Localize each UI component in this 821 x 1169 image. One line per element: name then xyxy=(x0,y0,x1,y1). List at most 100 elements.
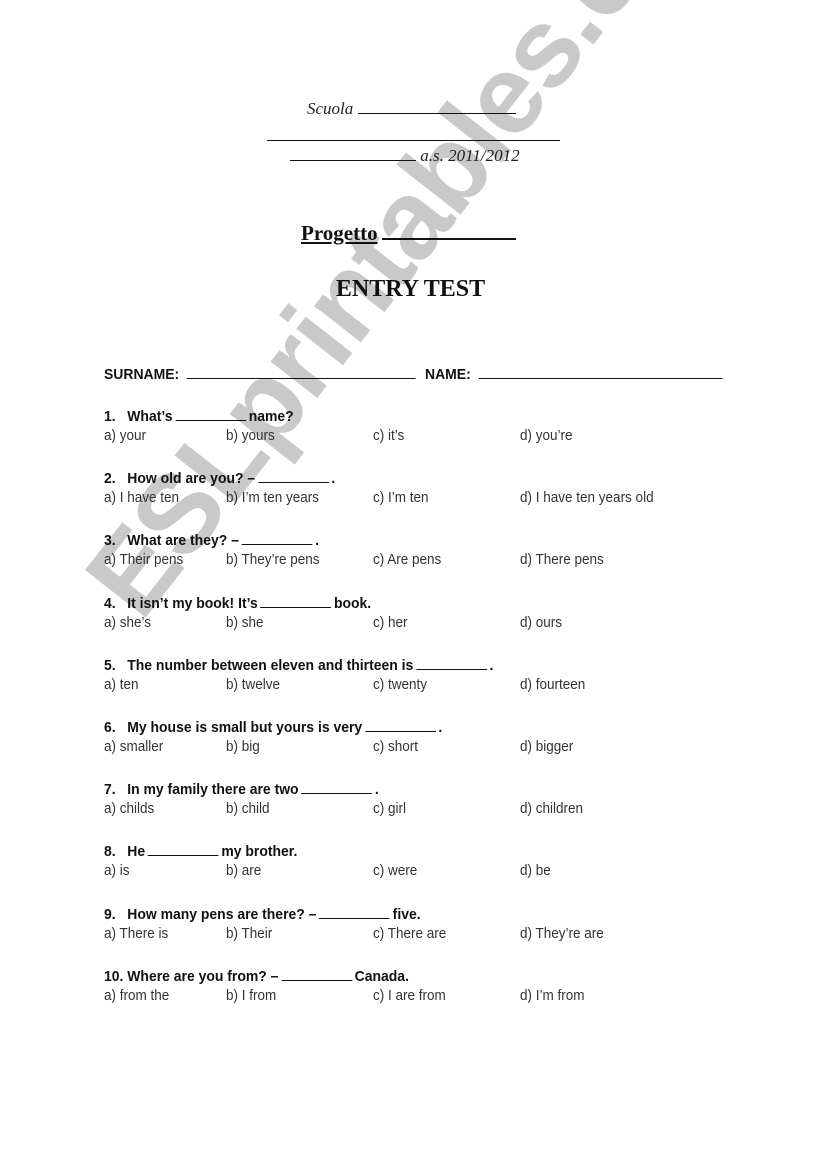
option-a[interactable]: a) smaller xyxy=(104,738,163,755)
question-number: 2. xyxy=(104,470,116,488)
option-a[interactable]: a) I have ten xyxy=(104,489,179,506)
answer-blank[interactable] xyxy=(319,906,390,919)
option-a[interactable]: a) from the xyxy=(104,987,169,1004)
answer-options: a) ten b) twelve c) twenty d) fourteen xyxy=(104,676,585,696)
option-a[interactable]: a) Their pens xyxy=(104,551,183,568)
answer-blank[interactable] xyxy=(281,968,352,981)
option-b[interactable]: b) I’m ten years xyxy=(226,489,319,506)
project-blank[interactable] xyxy=(381,220,516,240)
option-c[interactable]: c) I’m ten xyxy=(373,489,429,506)
option-d[interactable]: d) I have ten years old xyxy=(520,489,654,506)
option-c[interactable]: c) There are xyxy=(373,925,446,942)
answer-options: a) smaller b) big c) short d) bigger xyxy=(104,738,573,758)
answer-blank[interactable] xyxy=(260,595,332,608)
option-d[interactable]: d) fourteen xyxy=(520,676,585,693)
question-number: 7. xyxy=(104,781,116,799)
option-b[interactable]: b) big xyxy=(226,738,260,755)
answer-options: a) she’s b) she c) her d) ours xyxy=(104,614,562,634)
answer-options: a) Their pens b) They’re pens c) Are pens d… xyxy=(104,551,604,571)
name-label: NAME: xyxy=(425,366,471,383)
option-b[interactable]: b) Their xyxy=(226,925,272,942)
option-c[interactable]: c) I are from xyxy=(373,987,446,1004)
option-c[interactable]: c) short xyxy=(373,738,418,755)
question-text-before: The number between eleven and thirteen i… xyxy=(127,656,414,674)
answer-blank[interactable] xyxy=(364,719,436,732)
question-item: 7. In my family there are two. a) childs b)… xyxy=(104,781,583,820)
question-item: 5. The number between eleven and thirteen… xyxy=(104,657,585,696)
option-a[interactable]: a) ten xyxy=(104,676,139,693)
question-text-after: . xyxy=(331,470,336,488)
question-text-after: name? xyxy=(248,408,294,425)
question-number: 9. xyxy=(104,905,116,923)
option-b[interactable]: b) are xyxy=(226,862,261,879)
option-a[interactable]: a) childs xyxy=(104,800,154,817)
answer-blank[interactable] xyxy=(241,532,313,546)
question-text-before: Where are you from? – xyxy=(127,967,279,985)
option-c[interactable]: c) twenty xyxy=(373,676,427,693)
option-b[interactable]: b) yours xyxy=(226,427,275,444)
answer-blank[interactable] xyxy=(257,470,329,484)
answer-blank[interactable] xyxy=(301,781,373,795)
surname-field[interactable] xyxy=(186,366,416,379)
answer-options: a) childs b) child c) girl d) children xyxy=(104,800,583,820)
option-b[interactable]: b) I from xyxy=(226,987,276,1004)
option-a[interactable]: a) she’s xyxy=(104,614,151,631)
school-year-label: a.s. 2011/2012 xyxy=(420,146,520,165)
question-stem: 3. What are they? –. xyxy=(104,532,319,549)
question-number: 3. xyxy=(104,532,116,550)
answer-blank[interactable] xyxy=(175,408,246,421)
option-a[interactable]: a) is xyxy=(104,862,130,879)
student-info-line: SURNAME: NAME: xyxy=(104,366,728,383)
answer-blank[interactable] xyxy=(416,657,487,670)
answer-options: a) There is b) Their c) There are d) They’r… xyxy=(104,925,604,945)
option-c[interactable]: c) were xyxy=(373,862,417,879)
option-c[interactable]: c) her xyxy=(373,614,408,631)
option-a[interactable]: a) your xyxy=(104,427,146,444)
question-text-after: five. xyxy=(392,905,421,923)
option-b[interactable]: b) They’re pens xyxy=(226,551,320,568)
answer-options: a) I have ten b) I’m ten years c) I’m ten d… xyxy=(104,489,654,509)
question-text-before: He xyxy=(127,843,146,861)
question-text-before: What are they? – xyxy=(127,532,239,550)
question-stem: 2. How old are you? –. xyxy=(104,470,335,487)
question-item: 4. It isn’t my book! It’s book. a) she’s b) … xyxy=(104,594,562,634)
question-stem: 8. He my brother. xyxy=(104,843,297,860)
question-text-after: . xyxy=(489,656,494,674)
option-b[interactable]: b) twelve xyxy=(226,676,280,693)
school-address-line xyxy=(267,126,560,146)
city-blank[interactable] xyxy=(290,146,416,161)
worksheet-page: Scuola a.s. 2011/2012 Progetto ENTRY TES… xyxy=(0,0,821,1169)
question-text-after: . xyxy=(438,719,443,736)
option-d[interactable]: d) be xyxy=(520,862,551,879)
option-d[interactable]: d) There pens xyxy=(520,551,604,568)
school-blank[interactable] xyxy=(357,99,516,114)
option-c[interactable]: c) Are pens xyxy=(373,551,441,568)
school-year-line: a.s. 2011/2012 xyxy=(290,146,520,166)
question-number: 1. xyxy=(104,408,116,425)
project-line: Progetto xyxy=(301,220,516,246)
option-d[interactable]: d) you’re xyxy=(520,427,573,444)
option-d[interactable]: d) children xyxy=(520,800,583,817)
question-text-before: How old are you? – xyxy=(127,470,256,488)
option-c[interactable]: c) girl xyxy=(373,800,406,817)
name-field[interactable] xyxy=(478,366,723,379)
option-b[interactable]: b) child xyxy=(226,800,270,817)
question-item: 1. What’s name? a) your b) yours c) it’s d) yo… xyxy=(104,408,573,447)
question-stem: 10. Where are you from? – Canada. xyxy=(104,968,409,985)
question-stem: 7. In my family there are two. xyxy=(104,781,379,798)
question-text-after: . xyxy=(374,781,379,799)
option-a[interactable]: a) There is xyxy=(104,925,168,942)
option-d[interactable]: d) I’m from xyxy=(520,987,585,1004)
option-d[interactable]: d) bigger xyxy=(520,738,573,755)
project-label: Progetto xyxy=(301,221,378,245)
question-number: 4. xyxy=(104,594,116,612)
question-stem: 5. The number between eleven and thirteen… xyxy=(104,657,493,674)
option-d[interactable]: d) ours xyxy=(520,614,562,631)
address-blank[interactable] xyxy=(267,126,560,141)
answer-blank[interactable] xyxy=(147,843,219,857)
option-b[interactable]: b) she xyxy=(226,614,264,631)
option-c[interactable]: c) it’s xyxy=(373,427,404,444)
question-item: 2. How old are you? –. a) I have ten b) I’m… xyxy=(104,470,654,509)
question-stem: 6. My house is small but yours is very. xyxy=(104,719,442,736)
option-d[interactable]: d) They’re are xyxy=(520,925,604,942)
